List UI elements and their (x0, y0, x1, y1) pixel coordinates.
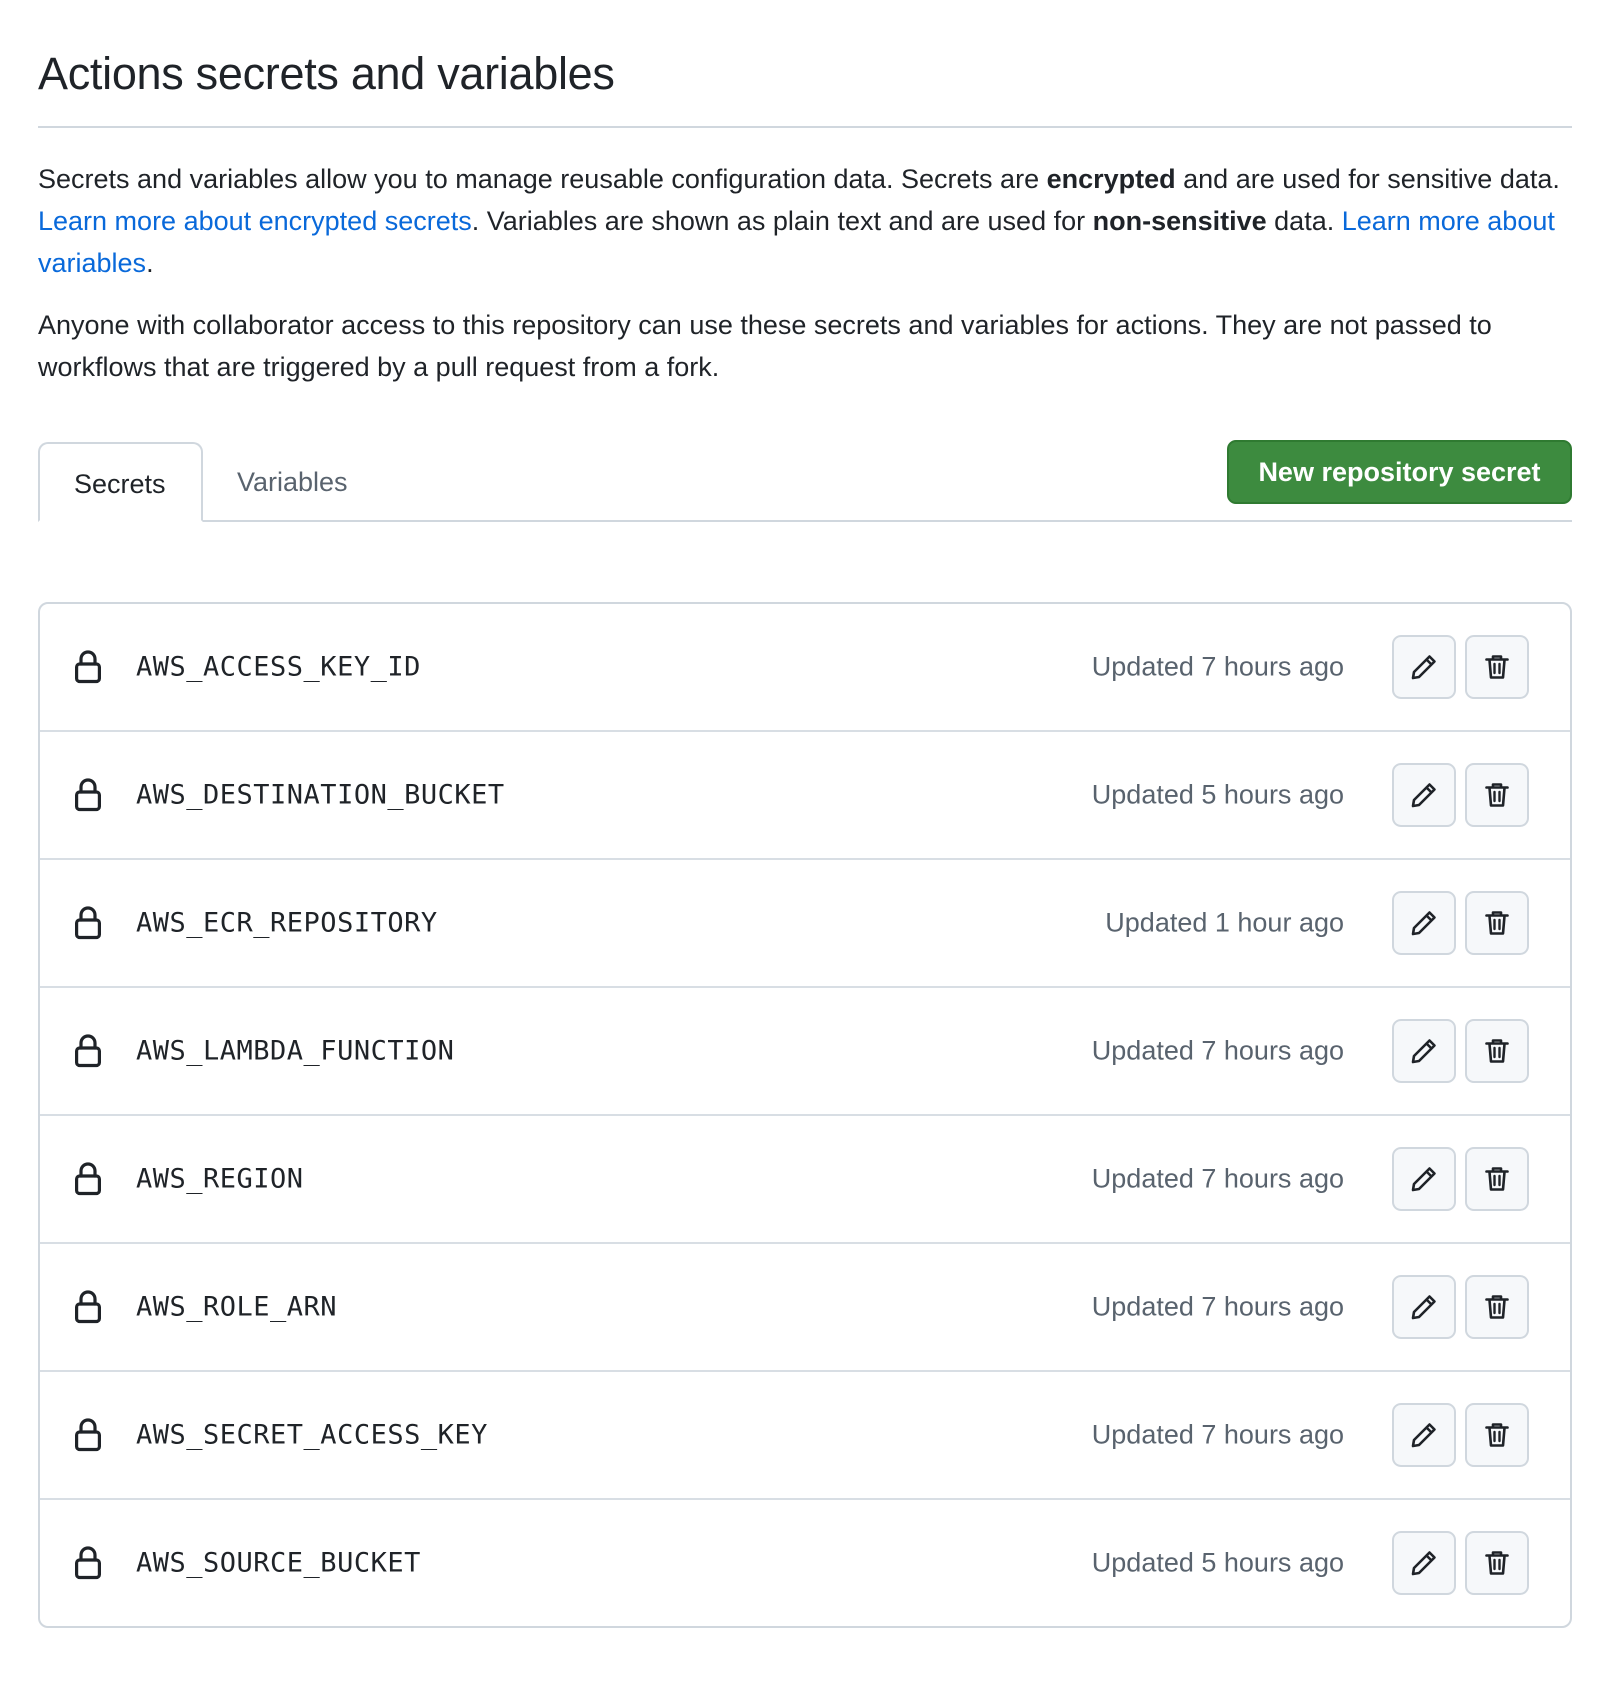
page-title: Actions secrets and variables (38, 48, 615, 99)
secret-row: AWS_SOURCE_BUCKET Updated 5 hours ago (40, 1498, 1570, 1626)
desc-bold-encrypted: encrypted (1046, 164, 1176, 194)
lock-icon (74, 1034, 102, 1068)
pencil-icon (1411, 783, 1436, 808)
pencil-icon (1411, 1167, 1436, 1192)
lock-icon (74, 650, 102, 684)
pencil-icon (1411, 1551, 1436, 1576)
secret-updated-time: Updated 5 hours ago (1091, 779, 1344, 810)
secret-name: AWS_SECRET_ACCESS_KEY (136, 1419, 488, 1451)
delete-secret-button[interactable] (1465, 1275, 1529, 1339)
trash-icon (1485, 911, 1509, 935)
secret-row: AWS_ECR_REPOSITORY Updated 1 hour ago (40, 858, 1570, 986)
delete-secret-button[interactable] (1465, 635, 1529, 699)
secret-row: AWS_ACCESS_KEY_ID Updated 7 hours ago (40, 604, 1570, 730)
secret-updated-time: Updated 7 hours ago (1091, 1163, 1344, 1194)
lock-icon (74, 778, 102, 812)
tab-bar: Secrets Variables New repository secret (38, 440, 1572, 522)
learn-more-encrypted-secrets-link[interactable]: Learn more about encrypted secrets (38, 206, 472, 236)
description-secrets: Secrets and variables allow you to manag… (38, 158, 1572, 284)
secret-updated-time: Updated 7 hours ago (1091, 1291, 1344, 1322)
trash-icon (1485, 655, 1509, 679)
secret-updated-time: Updated 1 hour ago (1105, 907, 1344, 938)
edit-secret-button[interactable] (1392, 1403, 1456, 1467)
secret-updated-time: Updated 7 hours ago (1091, 1419, 1344, 1450)
pencil-icon (1411, 655, 1436, 680)
lock-icon (74, 1546, 102, 1580)
pencil-icon (1411, 1295, 1436, 1320)
new-repository-secret-button[interactable]: New repository secret (1227, 440, 1572, 504)
secret-row: AWS_REGION Updated 7 hours ago (40, 1114, 1570, 1242)
lock-icon (74, 906, 102, 940)
secret-row: AWS_ROLE_ARN Updated 7 hours ago (40, 1242, 1570, 1370)
delete-secret-button[interactable] (1465, 1147, 1529, 1211)
delete-secret-button[interactable] (1465, 1019, 1529, 1083)
tab-secrets[interactable]: Secrets (38, 442, 203, 522)
lock-icon (74, 1162, 102, 1196)
delete-secret-button[interactable] (1465, 1531, 1529, 1595)
secret-row: AWS_DESTINATION_BUCKET Updated 5 hours a… (40, 730, 1570, 858)
secret-name: AWS_DESTINATION_BUCKET (136, 779, 505, 811)
edit-secret-button[interactable] (1392, 1147, 1456, 1211)
edit-secret-button[interactable] (1392, 1275, 1456, 1339)
edit-secret-button[interactable] (1392, 1531, 1456, 1595)
tab-variables[interactable]: Variables (203, 442, 382, 522)
description-collaborators: Anyone with collaborator access to this … (38, 310, 1492, 382)
delete-secret-button[interactable] (1465, 891, 1529, 955)
secret-updated-time: Updated 5 hours ago (1091, 1547, 1344, 1578)
secret-name: AWS_ECR_REPOSITORY (136, 907, 438, 939)
desc-text-2: and are used for sensitive data. (1175, 164, 1560, 194)
trash-icon (1485, 1167, 1509, 1191)
edit-secret-button[interactable] (1392, 763, 1456, 827)
edit-secret-button[interactable] (1392, 891, 1456, 955)
trash-icon (1485, 783, 1509, 807)
desc-text-4: data. (1266, 206, 1342, 236)
desc-bold-non-sensitive: non-sensitive (1092, 206, 1267, 236)
secret-name: AWS_ROLE_ARN (136, 1291, 338, 1323)
desc-text-1: Secrets and variables allow you to manag… (38, 164, 1047, 194)
edit-secret-button[interactable] (1392, 635, 1456, 699)
pencil-icon (1411, 911, 1436, 936)
secret-updated-time: Updated 7 hours ago (1091, 1035, 1344, 1066)
secret-row: AWS_SECRET_ACCESS_KEY Updated 7 hours ag… (40, 1370, 1570, 1498)
secret-updated-time: Updated 7 hours ago (1091, 651, 1344, 682)
trash-icon (1485, 1295, 1509, 1319)
trash-icon (1485, 1423, 1509, 1447)
lock-icon (74, 1290, 102, 1324)
settings-page: Actions secrets and variables Secrets an… (0, 0, 1610, 1628)
delete-secret-button[interactable] (1465, 1403, 1529, 1467)
pencil-icon (1411, 1423, 1436, 1448)
delete-secret-button[interactable] (1465, 763, 1529, 827)
lock-icon (74, 1418, 102, 1452)
desc-text-5: . (146, 248, 154, 278)
trash-icon (1485, 1551, 1509, 1575)
secret-name: AWS_REGION (136, 1163, 304, 1195)
page-header: Actions secrets and variables (38, 0, 1572, 128)
pencil-icon (1411, 1039, 1436, 1064)
secrets-list: AWS_ACCESS_KEY_ID Updated 7 hours ago AW… (38, 602, 1572, 1628)
trash-icon (1485, 1039, 1509, 1063)
secret-row: AWS_LAMBDA_FUNCTION Updated 7 hours ago (40, 986, 1570, 1114)
secret-name: AWS_ACCESS_KEY_ID (136, 651, 421, 683)
edit-secret-button[interactable] (1392, 1019, 1456, 1083)
secret-name: AWS_LAMBDA_FUNCTION (136, 1035, 455, 1067)
secret-name: AWS_SOURCE_BUCKET (136, 1547, 421, 1579)
desc-text-3: . Variables are shown as plain text and … (471, 206, 1093, 236)
